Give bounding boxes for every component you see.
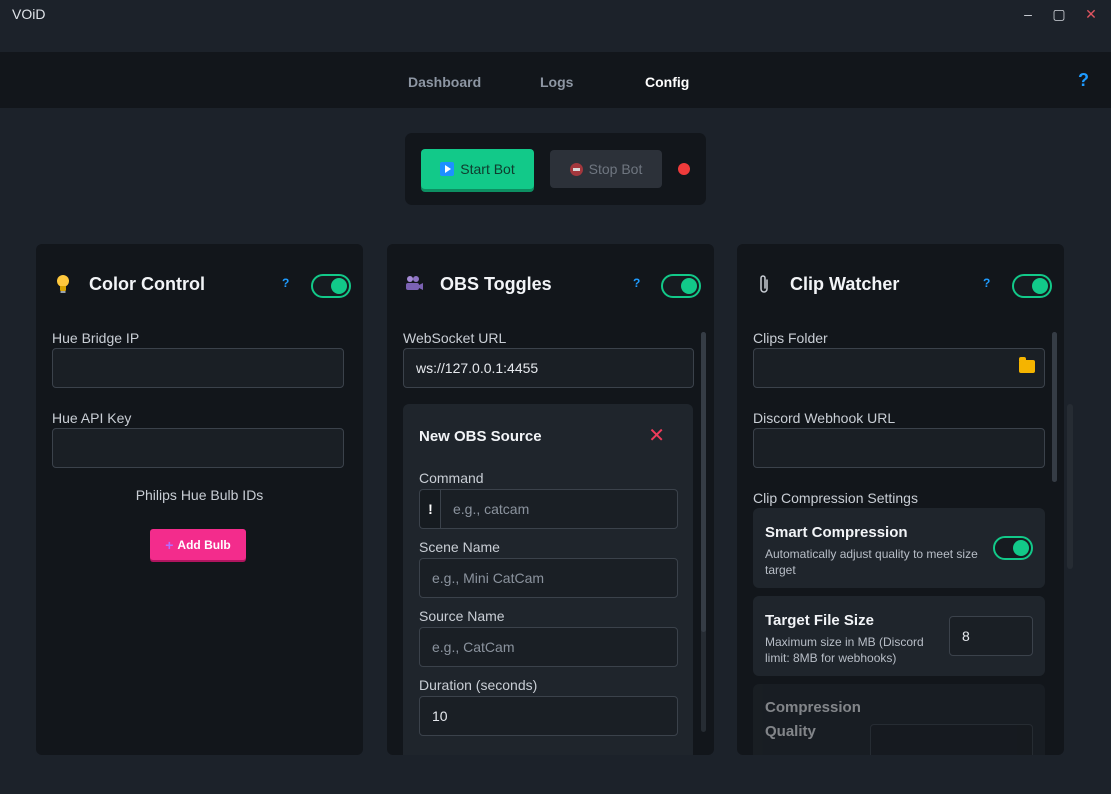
scene-name-label: Scene Name [419, 539, 500, 555]
source-name-input[interactable] [419, 627, 678, 667]
target-size-title: Target File Size [765, 612, 874, 629]
clips-folder-input[interactable] [753, 348, 1045, 388]
panel-header: OBS Toggles ? [403, 272, 702, 302]
maximize-icon: ▢ [1052, 6, 1066, 22]
title-bar: VOiD – ▢ ✕ [0, 0, 1111, 52]
target-size-card: Target File Size Maximum size in MB (Dis… [753, 596, 1045, 676]
start-bot-label: Start Bot [460, 161, 515, 177]
scrollbar[interactable] [701, 332, 706, 732]
folder-icon[interactable] [1019, 357, 1035, 373]
tab-logs[interactable]: Logs [540, 52, 573, 108]
smart-compression-toggle[interactable] [993, 536, 1033, 560]
remove-source-button[interactable]: ✕ [648, 426, 665, 446]
page-scrollbar[interactable] [1067, 404, 1073, 569]
bot-control: Start Bot Stop Bot [405, 133, 706, 205]
duration-input[interactable] [419, 696, 678, 736]
lightbulb-icon [52, 274, 74, 296]
panel-title: Color Control [89, 274, 205, 294]
webhook-url-input[interactable] [753, 428, 1045, 468]
minimize-icon: – [1024, 6, 1032, 22]
websocket-url-input[interactable] [403, 348, 694, 388]
stop-bot-label: Stop Bot [588, 161, 643, 177]
minimize-button[interactable]: – [1018, 4, 1038, 24]
command-input[interactable] [440, 489, 678, 529]
plus-icon: + [165, 536, 174, 553]
scrollbar-thumb[interactable] [701, 332, 706, 632]
command-prefix: ! [419, 489, 441, 529]
toggle-knob [331, 278, 347, 294]
smart-compression-desc: Automatically adjust quality to meet siz… [765, 547, 978, 577]
scene-name-input[interactable] [419, 558, 678, 598]
duration-label: Duration (seconds) [419, 677, 538, 693]
tab-config[interactable]: Config [645, 52, 689, 108]
webhook-url-label: Discord Webhook URL [753, 410, 896, 426]
panel-help-button[interactable]: ? [282, 276, 289, 290]
panel-help-button[interactable]: ? [983, 276, 990, 290]
color-control-toggle[interactable] [311, 274, 351, 298]
source-card-title: New OBS Source [419, 428, 542, 445]
scrollbar-thumb[interactable] [1052, 332, 1057, 482]
start-bot-button[interactable]: Start Bot [421, 149, 534, 189]
target-size-desc: Maximum size in MB (Discord limit: 8MB f… [765, 635, 924, 665]
hue-bridge-ip-input[interactable] [52, 348, 344, 388]
color-control-panel: Color Control ? Hue Bridge IP Hue API Ke… [36, 244, 363, 755]
quality-slider[interactable] [870, 724, 1033, 755]
bulb-ids-label: Philips Hue Bulb IDs [135, 487, 264, 503]
toggle-knob [1013, 540, 1029, 556]
compression-settings-label: Clip Compression Settings [753, 490, 918, 506]
quality-title: Compression Quality [765, 699, 861, 740]
panel-help-button[interactable]: ? [633, 276, 640, 290]
clip-watcher-panel: Clip Watcher ? Clips Folder Discord Webh… [737, 244, 1064, 755]
panel-header: Color Control ? [52, 272, 351, 302]
obs-toggles-toggle[interactable] [661, 274, 701, 298]
nav-bar: Dashboard Logs Config ? [0, 52, 1111, 108]
toggle-knob [681, 278, 697, 294]
bot-status-indicator [678, 163, 690, 175]
panel-title: OBS Toggles [440, 274, 552, 294]
source-name-label: Source Name [419, 608, 505, 624]
hue-bridge-ip-label: Hue Bridge IP [52, 330, 140, 346]
close-icon: ✕ [1085, 6, 1097, 22]
hue-api-key-input[interactable] [52, 428, 344, 468]
quality-card: Compression Quality [753, 684, 1045, 755]
stop-icon [569, 162, 583, 176]
panel-header: Clip Watcher ? [753, 272, 1052, 302]
clips-folder-label: Clips Folder [753, 330, 828, 346]
add-bulb-label: Add Bulb [177, 537, 231, 552]
obs-toggles-panel: OBS Toggles ? WebSocket URL New OBS Sour… [387, 244, 714, 755]
target-size-input[interactable] [949, 616, 1033, 656]
obs-source-card: New OBS Source ✕ Command ! Scene Name So… [403, 404, 693, 755]
panel-title: Clip Watcher [790, 274, 900, 294]
maximize-button[interactable]: ▢ [1049, 4, 1069, 24]
websocket-url-label: WebSocket URL [403, 330, 507, 346]
smart-compression-title: Smart Compression [765, 524, 908, 541]
command-label: Command [419, 470, 484, 486]
toggle-knob [1032, 278, 1048, 294]
stop-bot-button[interactable]: Stop Bot [550, 150, 662, 188]
help-button[interactable]: ? [1078, 70, 1089, 91]
hue-api-key-label: Hue API Key [52, 410, 132, 426]
camera-people-icon [403, 274, 425, 296]
clips-folder-field [753, 348, 1045, 388]
close-window-button[interactable]: ✕ [1081, 4, 1101, 24]
play-icon [440, 162, 455, 176]
tab-dashboard[interactable]: Dashboard [408, 52, 481, 108]
smart-compression-card: Smart Compression Automatically adjust q… [753, 508, 1045, 588]
paperclip-icon [753, 274, 775, 296]
scrollbar[interactable] [1052, 332, 1057, 482]
app-title: VOiD [12, 6, 46, 22]
clip-watcher-toggle[interactable] [1012, 274, 1052, 298]
add-bulb-button[interactable]: + Add Bulb [150, 529, 246, 560]
